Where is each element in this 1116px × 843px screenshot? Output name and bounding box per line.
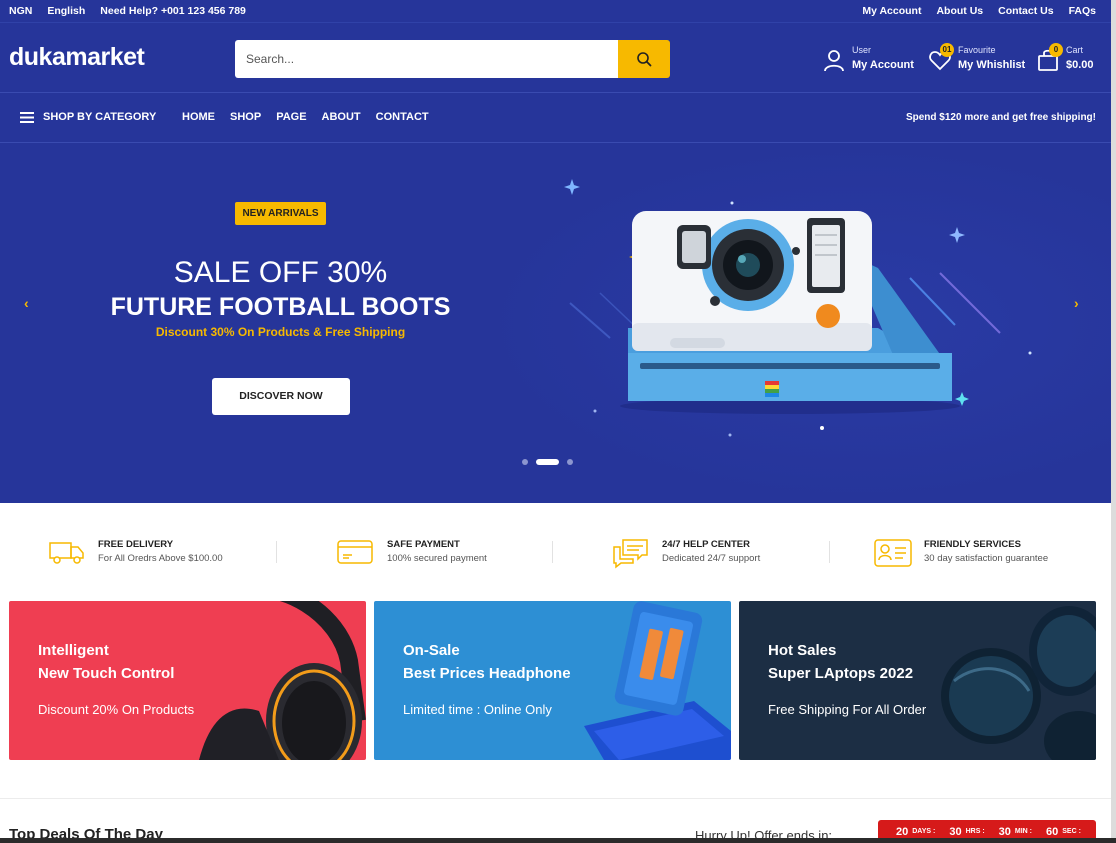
- chat-icon: [613, 539, 648, 569]
- service-title: FRIENDLY SERVICES: [924, 539, 1021, 550]
- divider: [0, 798, 1111, 799]
- top-bar: NGN English Need Help? +001 123 456 789 …: [0, 0, 1111, 22]
- menu-icon: [20, 111, 34, 123]
- slider-next-arrow[interactable]: ›: [1074, 295, 1079, 311]
- banner-line3: Limited time : Online Only: [403, 702, 552, 717]
- wishlist-small-label: Favourite: [958, 45, 996, 55]
- hero-subtitle: Discount 30% On Products & Free Shipping: [155, 325, 406, 339]
- banner-line2: Best Prices Headphone: [403, 665, 571, 682]
- timer-minutes-value: 30: [998, 825, 1011, 838]
- shop-by-category-button[interactable]: SHOP BY CATEGORY: [20, 111, 156, 123]
- timer-days-value: 20: [896, 825, 909, 838]
- banner-line1: On-Sale: [403, 642, 460, 659]
- slider-prev-arrow[interactable]: ‹: [24, 295, 29, 311]
- headphones-image: [199, 601, 366, 760]
- slider-dot-1[interactable]: [522, 459, 528, 465]
- slider-dot-2[interactable]: [536, 459, 559, 465]
- hero-title: FUTURE FOOTBALL BOOTS: [110, 293, 451, 321]
- service-subtitle: Dedicated 24/7 support: [662, 553, 761, 564]
- timer-minutes-label: MIN :: [1014, 828, 1033, 835]
- service-subtitle: 100% secured payment: [387, 553, 487, 564]
- banner-line3: Discount 20% On Products: [38, 702, 195, 717]
- promo-banner-laptops[interactable]: Hot Sales Super LAptops 2022 Free Shippi…: [739, 601, 1096, 760]
- slider-dot-3[interactable]: [567, 459, 573, 465]
- wishlist-count-badge: 01: [940, 43, 954, 57]
- top-link-faqs[interactable]: FAQs: [1069, 5, 1096, 17]
- search-input[interactable]: [235, 40, 618, 78]
- divider: [276, 541, 277, 563]
- nav-about[interactable]: ABOUT: [322, 111, 361, 123]
- window-bottom-edge: [0, 838, 1116, 843]
- promo-banner-touch-control[interactable]: Intelligent New Touch Control Discount 2…: [9, 601, 366, 760]
- banner-line2: Super LAptops 2022: [768, 665, 914, 682]
- page: NGN English Need Help? +001 123 456 789 …: [0, 0, 1111, 843]
- services-strip: FREE DELIVERY For All Oredrs Above $100.…: [0, 503, 1111, 600]
- nav-page[interactable]: PAGE: [276, 111, 306, 123]
- cart-small-label: Cart: [1066, 45, 1084, 55]
- hero-slider: NEW ARRIVALS SALE OFF 30% FUTURE FOOTBAL…: [0, 143, 1111, 503]
- top-link-contact-us[interactable]: Contact Us: [998, 5, 1053, 17]
- category-label: SHOP BY CATEGORY: [43, 111, 157, 123]
- cart-link[interactable]: 0 Cart $0.00: [1037, 43, 1102, 77]
- hero-sale-text: SALE OFF 30%: [173, 256, 388, 289]
- banner-line1: Hot Sales: [768, 642, 837, 659]
- timer-days-label: DAYS :: [912, 828, 936, 835]
- timer-hours-label: HRS :: [965, 828, 985, 835]
- timer-seconds-label: SEC :: [1062, 828, 1081, 835]
- earbuds-image: [941, 606, 1096, 760]
- wishlist-link[interactable]: 01 Favourite My Whishlist: [928, 43, 1026, 77]
- timer-hours-value: 30: [949, 825, 962, 838]
- truck-icon: [49, 542, 84, 564]
- account-link[interactable]: User My Account: [822, 45, 917, 77]
- nav-contact[interactable]: CONTACT: [376, 111, 429, 123]
- wishlist-big-label: My Whishlist: [958, 59, 1026, 71]
- logo[interactable]: dukamarket: [9, 43, 145, 72]
- divider: [552, 541, 553, 563]
- search-bar: [235, 40, 670, 78]
- cart-total: $0.00: [1066, 59, 1094, 71]
- currency-selector[interactable]: NGN: [9, 5, 32, 17]
- credit-card-icon: [337, 540, 373, 564]
- cart-count-badge: 0: [1049, 43, 1063, 57]
- help-phone: Need Help? +001 123 456 789: [100, 5, 246, 17]
- account-small-label: User: [852, 45, 872, 55]
- language-selector[interactable]: English: [47, 5, 85, 17]
- main-nav: SHOP BY CATEGORY HOME SHOP PAGE ABOUT CO…: [0, 92, 1111, 143]
- banner-line2: New Touch Control: [38, 665, 175, 682]
- service-subtitle: For All Oredrs Above $100.00: [98, 553, 223, 564]
- new-arrivals-tag: NEW ARRIVALS: [235, 202, 326, 225]
- laptop-phone-image: [584, 601, 731, 760]
- promo-banner-headphone[interactable]: On-Sale Best Prices Headphone Limited ti…: [374, 601, 731, 760]
- banner-line3: Free Shipping For All Order: [768, 702, 927, 717]
- top-link-my-account[interactable]: My Account: [862, 5, 921, 17]
- scrollbar-gutter[interactable]: [1111, 0, 1116, 843]
- service-title: 24/7 HELP CENTER: [662, 539, 750, 550]
- top-link-about-us[interactable]: About Us: [936, 5, 983, 17]
- user-icon: [824, 50, 844, 72]
- account-big-label: My Account: [852, 59, 914, 71]
- discover-now-button[interactable]: DISCOVER NOW: [212, 378, 350, 415]
- service-title: FREE DELIVERY: [98, 539, 174, 550]
- service-subtitle: 30 day satisfaction guarantee: [924, 553, 1049, 564]
- search-icon: [637, 52, 652, 67]
- search-button[interactable]: [618, 40, 670, 78]
- banner-line1: Intelligent: [38, 642, 109, 659]
- slider-pagination: [522, 459, 573, 465]
- header: dukamarket User My Account 01 Fa: [0, 22, 1111, 92]
- divider: [829, 541, 830, 563]
- nav-home[interactable]: HOME: [182, 111, 215, 123]
- nav-shop[interactable]: SHOP: [230, 111, 261, 123]
- free-shipping-promo: Spend $120 more and get free shipping!: [905, 112, 1096, 123]
- id-card-icon: [874, 539, 912, 567]
- instant-camera-image: [564, 179, 1032, 437]
- timer-seconds-value: 60: [1046, 825, 1059, 838]
- service-title: SAFE PAYMENT: [387, 539, 460, 550]
